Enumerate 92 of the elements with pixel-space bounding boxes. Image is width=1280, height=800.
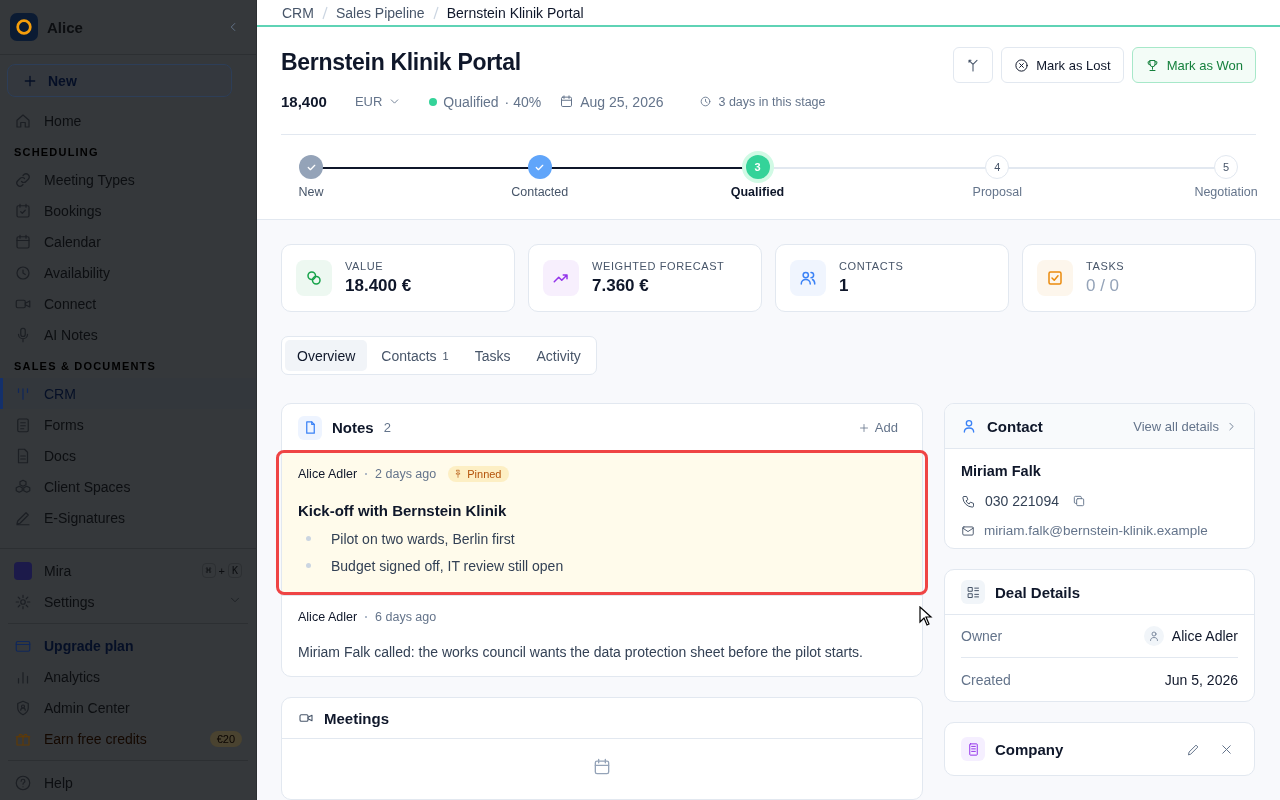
detail-value: Jun 5, 2026 <box>1164 671 1238 688</box>
stage-label[interactable]: Contacted <box>511 185 569 199</box>
list-icon <box>965 584 981 600</box>
keyboard-key: ⌘ <box>201 563 216 578</box>
contact-name: Miriam Falk <box>961 463 1042 479</box>
breadcrumb-item[interactable]: CRM <box>282 4 314 21</box>
section-heading: SALES & DOCUMENTS <box>13 359 158 374</box>
separator-icon <box>321 5 328 20</box>
link-icon <box>14 170 32 189</box>
shield-icon <box>14 698 32 717</box>
stage-label[interactable]: Proposal <box>972 185 1022 199</box>
stat-value: 0 / 0 <box>1086 276 1121 296</box>
detail-value: Alice Adler <box>1171 628 1238 644</box>
calendar-icon <box>592 757 612 777</box>
deal-title: Bernstein Klinik Portal <box>281 49 522 76</box>
workspace-logo <box>10 13 38 41</box>
credits-item[interactable]: Earn free credits €20 <box>0 723 256 754</box>
calendar-icon <box>14 232 32 251</box>
close-date: Aug 25, 2026 <box>580 93 664 110</box>
checkbox-icon <box>1046 269 1064 287</box>
stage-duration: 3 days in this stage <box>718 94 826 109</box>
breadcrumb-item: Bernstein Klinik Portal <box>446 4 584 21</box>
stage-marker: 3 <box>745 155 770 179</box>
calendar-icon <box>559 94 575 109</box>
add-note-button[interactable]: Add <box>857 420 906 435</box>
detail-label: Owner <box>961 628 1003 644</box>
pin-icon <box>453 469 464 479</box>
trophy-icon <box>1144 57 1160 73</box>
stage-label[interactable]: Qualified <box>730 185 785 199</box>
currency-select[interactable]: EUR <box>354 94 402 109</box>
card-title: Notes <box>332 419 374 436</box>
assistant-logo <box>14 561 32 580</box>
note-time: 2 days ago <box>375 467 437 481</box>
deal-probability: · 40% <box>504 93 542 110</box>
card-title: Meetings <box>324 709 389 727</box>
tab[interactable]: Overview <box>285 340 368 371</box>
merge-button[interactable] <box>953 47 994 83</box>
stat-value: 7.360 € <box>592 276 650 296</box>
calendar-check-icon <box>14 201 32 220</box>
copy-icon <box>1071 494 1086 508</box>
detail-label: Created <box>961 671 1011 688</box>
status-dot <box>429 97 438 106</box>
mail-icon <box>961 523 975 538</box>
clock-icon <box>14 263 32 282</box>
clock-icon <box>699 95 713 108</box>
note-author: Alice Adler <box>298 610 358 624</box>
mark-lost-button[interactable]: Mark as Lost <box>1001 47 1124 83</box>
stage-marker: 4 <box>985 155 1010 179</box>
phone-icon <box>961 493 976 509</box>
stage-label[interactable]: New <box>298 185 324 199</box>
card-title: Deal Details <box>995 583 1081 601</box>
person-icon <box>961 418 977 434</box>
tab[interactable]: Contacts 1 <box>369 340 461 371</box>
credit-badge: €20 <box>209 730 242 747</box>
note-title: Kick-off with Bernstein Klinik <box>298 502 508 519</box>
stat-label: VALUE <box>345 260 385 272</box>
pinned-badge: Pinned <box>448 466 509 482</box>
cubes-icon <box>14 477 32 496</box>
key-plus: + <box>218 564 225 577</box>
note-author: Alice Adler <box>298 467 358 481</box>
deal-amount: 18,400 <box>281 93 327 110</box>
card-title: Contact <box>987 417 1043 435</box>
contact-email[interactable]: miriam.falk@bernstein-klinik.example <box>984 523 1208 538</box>
help-icon <box>14 773 32 792</box>
note-count: 2 <box>383 420 391 435</box>
stat-label: CONTACTS <box>839 260 904 272</box>
separator-icon <box>432 5 439 20</box>
stat-label: WEIGHTED FORECAST <box>592 260 725 272</box>
note-text: Miriam Falk called: the works council wants the data protection sheet before the pilot starts. <box>298 644 864 660</box>
coins-icon <box>305 269 323 287</box>
stage-marker: 5 <box>1214 155 1238 179</box>
note-time: 6 days ago <box>375 610 437 624</box>
circle-x-icon <box>1014 57 1030 73</box>
gear-icon <box>14 592 32 611</box>
tab[interactable]: Activity <box>524 340 593 371</box>
tab[interactable]: Tasks <box>462 340 523 371</box>
breadcrumb-item[interactable]: Sales Pipeline <box>335 4 425 21</box>
stage-label[interactable]: Negotiation <box>1194 185 1258 199</box>
note-bullet: Pilot on two wards, Berlin first <box>331 530 515 547</box>
mark-won-button[interactable]: Mark as Won <box>1131 47 1256 83</box>
deal-status: Qualified <box>443 93 499 110</box>
stat-value: 18.400 € <box>345 276 412 296</box>
view-details-link[interactable]: View all details <box>1133 418 1238 434</box>
stat-label: TASKS <box>1086 260 1125 272</box>
people-icon <box>799 269 817 287</box>
clipboard-icon <box>14 415 32 434</box>
card-title: Company <box>995 740 1064 758</box>
section-heading: SCHEDULING <box>13 145 100 160</box>
contact-phone: 030 221094 <box>985 493 1059 509</box>
plus-icon <box>857 421 870 434</box>
stat-value: 1 <box>839 276 850 296</box>
note-bullet: Budget signed off, IT review still open <box>331 557 564 574</box>
